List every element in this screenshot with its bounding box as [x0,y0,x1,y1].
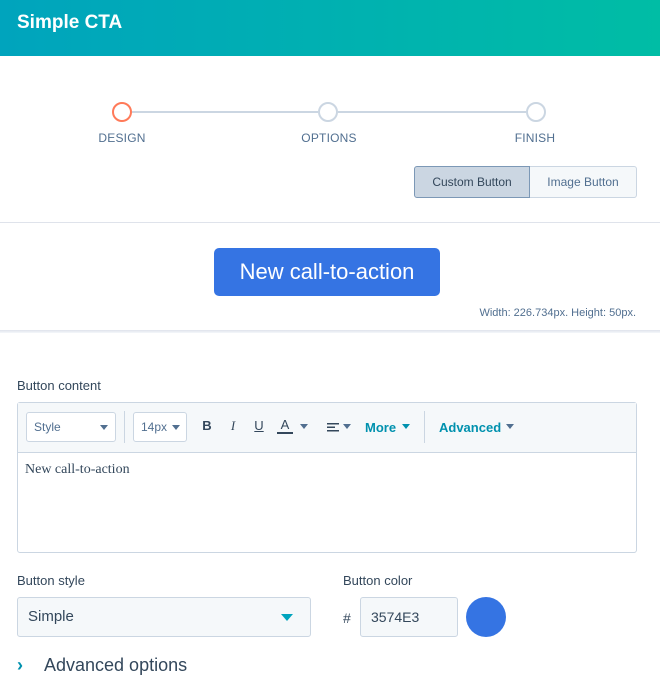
chevron-down-icon[interactable] [402,424,410,429]
advanced-options-toggle[interactable]: › Advanced options [17,652,187,678]
cta-dimensions: Width: 226.734px. Height: 50px. [479,307,636,319]
button-content-label: Button content [17,378,101,393]
italic-icon[interactable]: I [225,418,241,434]
chevron-down-icon [172,425,180,430]
step-dot-design[interactable] [112,102,132,122]
button-type-toggle: Custom Button Image Button [414,166,637,198]
color-hex-input[interactable]: 3574E3 [360,597,458,637]
preview-divider [0,330,660,333]
chevron-right-icon: › [17,654,23,675]
section-divider [0,222,660,223]
step-connector [132,111,318,113]
image-button-option[interactable]: Image Button [530,166,637,198]
button-style-value: Simple [28,608,74,625]
style-select-value: Style [34,420,61,434]
custom-button-option[interactable]: Custom Button [414,166,530,198]
step-label-options[interactable]: OPTIONS [269,131,389,145]
hash-symbol: # [343,610,351,626]
text-color-icon[interactable]: A [277,418,293,434]
color-swatch[interactable] [466,597,506,637]
chevron-down-icon[interactable] [506,424,514,429]
more-menu[interactable]: More [365,420,396,435]
step-label-finish[interactable]: FINISH [475,131,595,145]
advanced-menu[interactable]: Advanced [439,420,501,435]
font-size-select[interactable]: 14px [133,412,187,442]
editor-content[interactable]: New call-to-action [25,462,130,478]
step-dot-options[interactable] [318,102,338,122]
step-connector [338,111,526,113]
wizard-stepper: DESIGN OPTIONS FINISH [0,100,660,150]
editor-toolbar: Style 14px B I U A More Advanced [18,403,636,453]
button-style-select[interactable]: Simple [17,597,311,637]
style-select[interactable]: Style [26,412,116,442]
app-header: Simple CTA [0,0,660,56]
page-title: Simple CTA [17,12,123,33]
toolbar-separator [424,411,425,443]
toolbar-separator [124,411,125,443]
chevron-down-icon [281,614,293,621]
underline-icon[interactable]: U [251,418,267,433]
step-dot-finish[interactable] [526,102,546,122]
chevron-down-icon[interactable] [343,424,351,429]
rich-text-editor: Style 14px B I U A More Advanced New cal… [17,402,637,553]
button-color-label: Button color [343,573,413,588]
font-size-value: 14px [141,420,168,434]
chevron-down-icon[interactable] [300,424,308,429]
cta-preview-button[interactable]: New call-to-action [214,248,440,296]
button-style-label: Button style [17,573,85,588]
bold-icon[interactable]: B [199,418,215,433]
advanced-options-label: Advanced options [44,654,188,675]
chevron-down-icon [100,425,108,430]
align-icon[interactable] [327,421,339,433]
step-label-design[interactable]: DESIGN [62,131,182,145]
